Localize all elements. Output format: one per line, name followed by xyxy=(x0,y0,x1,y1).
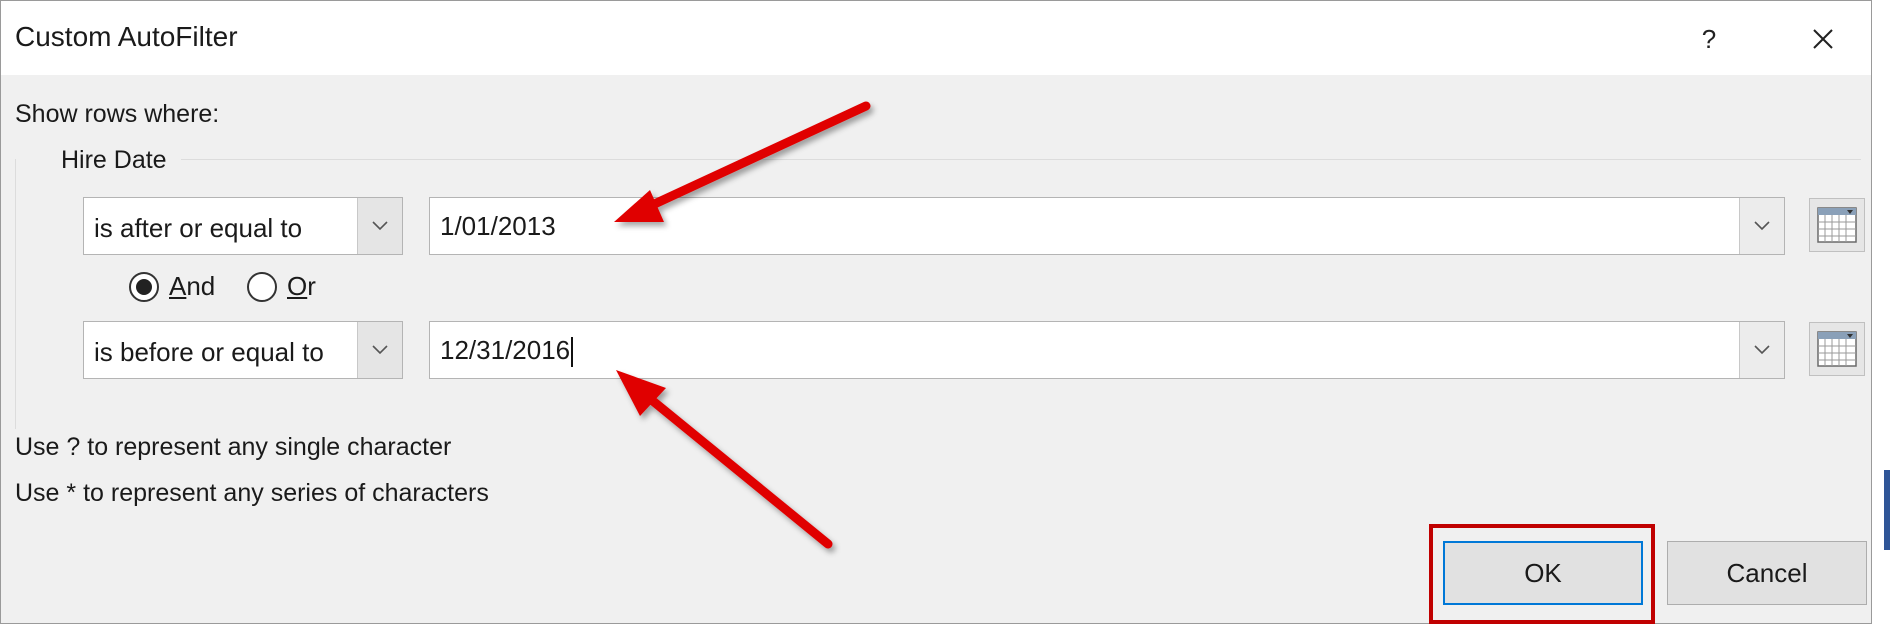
dialog-title: Custom AutoFilter xyxy=(15,21,238,52)
cancel-button[interactable]: Cancel xyxy=(1667,541,1867,605)
group-border xyxy=(15,159,16,429)
hint-single-character: Use ? to represent any single character xyxy=(15,433,452,461)
spreadsheet-background xyxy=(1872,0,1890,638)
or-radio-label: Or xyxy=(287,271,316,301)
show-rows-label: Show rows where: xyxy=(15,100,220,128)
value-combo-1[interactable]: 1/01/2013 xyxy=(429,197,1785,255)
date-picker-button-1[interactable] xyxy=(1809,198,1865,252)
close-icon xyxy=(1813,29,1833,49)
chevron-down-icon xyxy=(372,221,388,231)
operator-select-2[interactable]: is before or equal to xyxy=(83,321,403,379)
spreadsheet-accent xyxy=(1884,470,1890,550)
operator-select-1-value: is after or equal to xyxy=(94,213,303,243)
or-radio-circle[interactable] xyxy=(247,271,277,302)
operator-select-1[interactable]: is after or equal to xyxy=(83,197,403,255)
close-button[interactable] xyxy=(1793,15,1853,63)
or-radio[interactable]: Or xyxy=(247,271,316,302)
and-radio[interactable]: And xyxy=(129,271,215,302)
ok-highlight-box xyxy=(1429,524,1655,624)
value-combo-2-dropdown[interactable] xyxy=(1739,322,1784,378)
date-picker-button-2[interactable] xyxy=(1809,322,1865,376)
value-combo-2-text[interactable]: 12/31/2016 xyxy=(440,335,574,368)
dialog-titlebar: Custom AutoFilter ? xyxy=(1,1,1871,75)
chevron-down-icon xyxy=(1754,345,1770,355)
field-name-label: Hire Date xyxy=(61,146,167,174)
value-combo-2[interactable]: 12/31/2016 xyxy=(429,321,1785,379)
help-button[interactable]: ? xyxy=(1679,15,1739,63)
calendar-icon xyxy=(1817,331,1857,367)
chevron-down-icon xyxy=(372,345,388,355)
and-radio-label: And xyxy=(169,271,216,301)
operator-select-2-dropdown[interactable] xyxy=(357,322,402,378)
value-combo-1-dropdown[interactable] xyxy=(1739,198,1784,254)
radio-selected-dot xyxy=(136,278,152,295)
group-divider xyxy=(181,159,1861,160)
calendar-icon xyxy=(1817,207,1857,243)
chevron-down-icon xyxy=(1754,221,1770,231)
text-caret xyxy=(571,337,574,368)
and-radio-circle[interactable] xyxy=(129,271,159,302)
operator-select-1-dropdown[interactable] xyxy=(357,198,402,254)
value-combo-1-text[interactable]: 1/01/2013 xyxy=(440,211,556,242)
operator-select-2-value: is before or equal to xyxy=(94,337,324,367)
hint-series-characters: Use * to represent any series of charact… xyxy=(15,479,489,507)
help-icon: ? xyxy=(1701,23,1717,54)
screen: Custom AutoFilter ? Show rows where: Hir… xyxy=(0,0,1890,638)
